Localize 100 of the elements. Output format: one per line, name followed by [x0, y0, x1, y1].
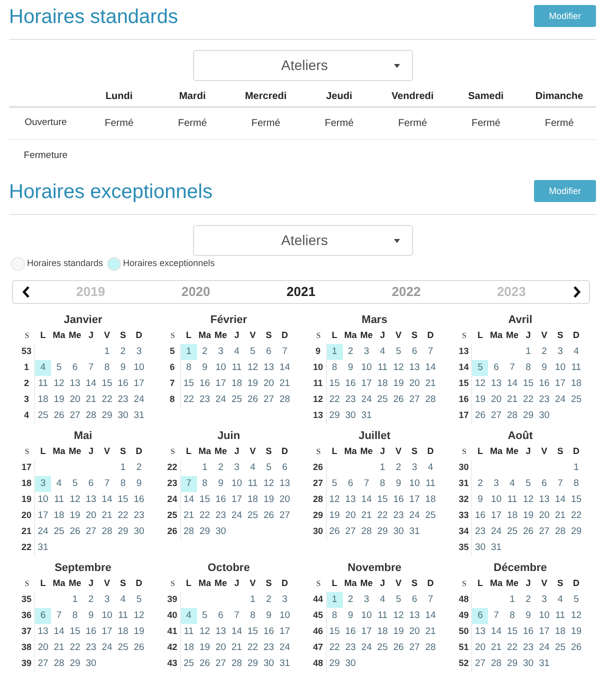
calendar-day[interactable]: 8 — [244, 608, 261, 624]
calendar-day[interactable]: 5 — [568, 592, 584, 608]
calendar-day[interactable]: 21 — [552, 508, 568, 524]
calendar-day[interactable]: 12 — [67, 492, 83, 508]
calendar-day[interactable]: 11 — [51, 492, 67, 508]
calendar-day[interactable]: 31 — [488, 540, 504, 556]
calendar-day[interactable]: 13 — [212, 624, 229, 640]
calendar-day[interactable]: 19 — [326, 508, 342, 524]
calendar-day[interactable]: 13 — [406, 608, 422, 624]
calendar-day[interactable]: 12 — [196, 624, 213, 640]
calendar-day[interactable]: 30 — [212, 524, 229, 540]
calendar-day[interactable]: 28 — [358, 524, 374, 540]
calendar-day[interactable]: 19 — [67, 508, 83, 524]
calendar-day[interactable]: 22 — [568, 508, 584, 524]
calendar-day[interactable]: 20 — [536, 508, 552, 524]
calendar-day[interactable]: 15 — [568, 492, 584, 508]
calendar-day[interactable]: 16 — [520, 624, 536, 640]
calendar-day[interactable]: 19 — [472, 392, 488, 408]
calendar-day[interactable]: 19 — [390, 376, 406, 392]
calendar-day[interactable]: 9 — [342, 608, 358, 624]
calendar-day[interactable]: 25 — [422, 508, 438, 524]
calendar-day[interactable]: 11 — [115, 608, 131, 624]
calendar-day[interactable]: 21 — [99, 508, 115, 524]
calendar-day[interactable]: 27 — [260, 392, 277, 408]
calendar-day[interactable]: 5 — [472, 360, 488, 376]
calendar-day[interactable]: 25 — [51, 524, 67, 540]
calendar-day[interactable]: 18 — [374, 624, 390, 640]
calendar-day[interactable]: 19 — [520, 508, 536, 524]
calendar-day[interactable]: 12 — [51, 376, 67, 392]
calendar-day[interactable]: 4 — [244, 460, 261, 476]
calendar-day[interactable]: 27 — [342, 524, 358, 540]
calendar-day[interactable]: 2 — [115, 344, 131, 360]
calendar-day[interactable]: 26 — [131, 640, 147, 656]
calendar-day[interactable]: 24 — [488, 524, 504, 540]
calendar-day[interactable]: 18 — [374, 376, 390, 392]
calendar-day[interactable]: 20 — [406, 624, 422, 640]
calendar-day[interactable]: 19 — [131, 624, 147, 640]
calendar-day[interactable]: 27 — [67, 408, 83, 424]
calendar-day[interactable]: 28 — [83, 408, 99, 424]
calendar-day[interactable]: 28 — [422, 640, 438, 656]
calendar-day[interactable]: 14 — [99, 492, 115, 508]
calendar-day[interactable]: 29 — [504, 656, 520, 672]
calendar-day[interactable]: 13 — [35, 624, 51, 640]
calendar-day[interactable]: 29 — [568, 524, 584, 540]
calendar-day[interactable]: 23 — [472, 524, 488, 540]
calendar-day[interactable]: 14 — [504, 376, 520, 392]
calendar-day[interactable]: 5 — [51, 360, 67, 376]
calendar-day[interactable]: 28 — [276, 392, 293, 408]
calendar-day[interactable]: 22 — [99, 392, 115, 408]
calendar-day[interactable]: 26 — [51, 408, 67, 424]
calendar-day[interactable]: 17 — [35, 508, 51, 524]
calendar-day[interactable]: 2 — [520, 592, 536, 608]
calendar-day[interactable]: 23 — [212, 508, 229, 524]
calendar-day[interactable]: 2 — [260, 592, 277, 608]
calendar-day[interactable]: 7 — [552, 476, 568, 492]
calendar-day[interactable]: 24 — [212, 392, 229, 408]
calendar-day[interactable]: 17 — [131, 376, 147, 392]
calendar-day[interactable]: 13 — [83, 492, 99, 508]
calendar-day[interactable]: 29 — [99, 408, 115, 424]
calendar-day[interactable]: 17 — [536, 624, 552, 640]
calendar-day[interactable]: 16 — [83, 624, 99, 640]
calendar-day[interactable]: 17 — [276, 624, 293, 640]
calendar-day[interactable]: 22 — [115, 508, 131, 524]
calendar-day[interactable]: 27 — [536, 524, 552, 540]
calendar-day[interactable]: 17 — [99, 624, 115, 640]
calendar-day[interactable]: 2 — [342, 344, 358, 360]
calendar-day[interactable]: 24 — [99, 640, 115, 656]
calendar-day[interactable]: 11 — [374, 608, 390, 624]
calendar-day[interactable]: 5 — [67, 476, 83, 492]
calendar-day[interactable]: 9 — [520, 608, 536, 624]
calendar-day[interactable]: 12 — [244, 360, 261, 376]
calendar-day[interactable]: 14 — [228, 624, 245, 640]
calendar-day[interactable]: 3 — [212, 344, 229, 360]
calendar-day[interactable]: 14 — [488, 624, 504, 640]
calendar-day[interactable]: 10 — [228, 476, 245, 492]
calendar-day[interactable]: 14 — [422, 608, 438, 624]
calendar-day[interactable]: 30 — [342, 408, 358, 424]
calendar-day[interactable]: 27 — [35, 656, 51, 672]
calendar-day[interactable]: 30 — [131, 524, 147, 540]
calendar-day[interactable]: 18 — [115, 624, 131, 640]
calendar-day[interactable]: 16 — [342, 624, 358, 640]
calendar-day[interactable]: 12 — [568, 608, 584, 624]
calendar-day[interactable]: 6 — [83, 476, 99, 492]
calendar-day[interactable]: 8 — [115, 476, 131, 492]
calendar-day[interactable]: 7 — [422, 592, 438, 608]
calendar-day[interactable]: 20 — [67, 392, 83, 408]
calendar-day[interactable]: 17 — [212, 376, 229, 392]
calendar-day[interactable]: 22 — [326, 640, 342, 656]
calendar-day[interactable]: 28 — [552, 524, 568, 540]
calendar-day[interactable]: 3 — [131, 344, 147, 360]
calendar-day[interactable]: 13 — [276, 476, 293, 492]
calendar-day[interactable]: 2 — [131, 460, 147, 476]
calendar-day[interactable]: 25 — [504, 524, 520, 540]
calendar-day[interactable]: 31 — [276, 656, 293, 672]
calendar-day[interactable]: 30 — [520, 656, 536, 672]
calendar-day[interactable]: 7 — [228, 608, 245, 624]
calendar-day[interactable]: 1 — [326, 592, 342, 608]
calendar-day[interactable]: 18 — [552, 624, 568, 640]
calendar-day[interactable]: 21 — [358, 508, 374, 524]
calendar-day[interactable]: 23 — [260, 640, 277, 656]
